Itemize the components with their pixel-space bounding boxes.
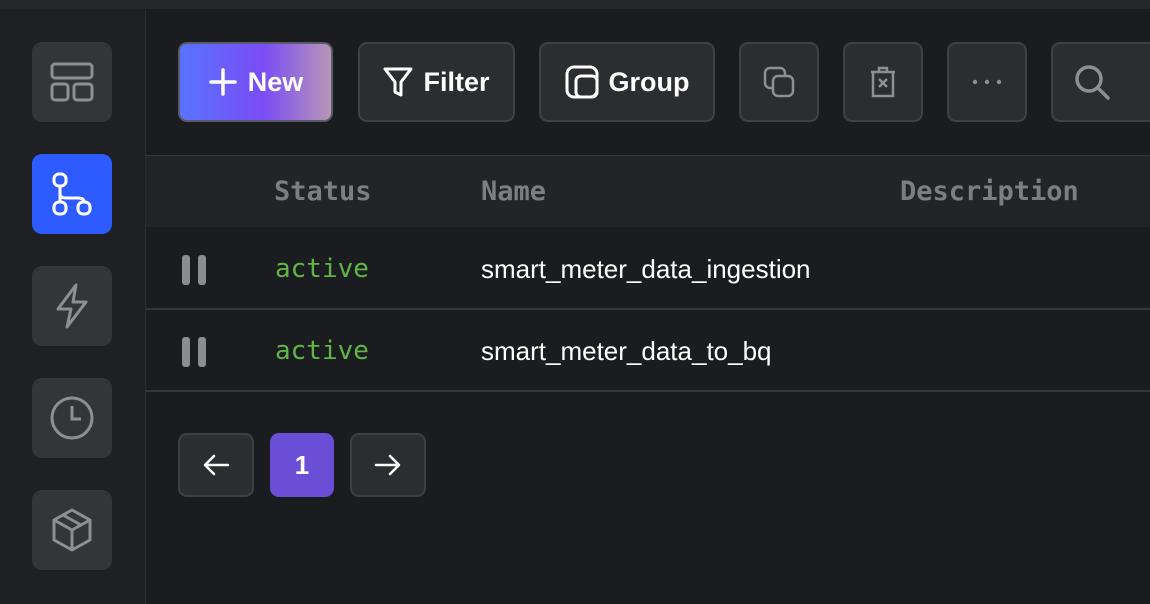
copy-button[interactable] xyxy=(739,42,819,122)
new-button-label: New xyxy=(247,66,304,97)
sidebar-item-blocks[interactable] xyxy=(32,490,112,570)
page-number-button[interactable]: 1 xyxy=(270,433,334,497)
layout-icon xyxy=(50,62,94,102)
name-cell[interactable]: smart_meter_data_to_bq xyxy=(481,310,772,392)
next-page-button[interactable] xyxy=(350,433,426,497)
trash-icon xyxy=(871,66,895,98)
lightning-icon xyxy=(56,283,88,329)
filter-button-label: Filter xyxy=(423,66,490,97)
status-cell: active xyxy=(275,254,369,284)
column-header-status[interactable]: Status xyxy=(274,156,372,228)
filter-button[interactable]: Filter xyxy=(358,42,515,122)
top-bar xyxy=(0,0,1150,9)
group-button-label: Group xyxy=(608,66,690,97)
group-icon xyxy=(565,65,598,99)
column-header-name[interactable]: Name xyxy=(481,156,546,228)
sidebar-item-pipelines[interactable] xyxy=(32,154,112,234)
filter-icon xyxy=(383,67,413,97)
sidebar-item-history[interactable] xyxy=(32,378,112,458)
copy-icon xyxy=(763,66,795,98)
pause-icon[interactable] xyxy=(182,255,208,285)
sidebar-item-overview[interactable] xyxy=(32,42,112,122)
clock-icon xyxy=(50,396,94,440)
table-row[interactable]: active smart_meter_data_ingestion xyxy=(146,228,1150,310)
main-content: New Filter Group Status Name Description… xyxy=(146,9,1150,604)
cube-icon xyxy=(52,508,92,552)
plus-icon xyxy=(208,68,237,96)
arrow-left-icon xyxy=(203,454,230,476)
table-row[interactable]: active smart_meter_data_to_bq xyxy=(146,310,1150,392)
more-button[interactable] xyxy=(947,42,1027,122)
search-button[interactable] xyxy=(1051,42,1150,122)
pause-icon[interactable] xyxy=(182,337,208,367)
search-icon xyxy=(1075,65,1110,100)
group-button[interactable]: Group xyxy=(539,42,715,122)
pipeline-icon xyxy=(52,172,92,216)
column-header-description[interactable]: Description xyxy=(900,156,1079,228)
status-cell: active xyxy=(275,336,369,366)
sidebar-item-triggers[interactable] xyxy=(32,266,112,346)
previous-page-button[interactable] xyxy=(178,433,254,497)
name-cell[interactable]: smart_meter_data_ingestion xyxy=(481,228,811,310)
table-header: Status Name Description xyxy=(146,155,1150,227)
sidebar xyxy=(0,9,146,604)
arrow-right-icon xyxy=(374,454,401,476)
new-button[interactable]: New xyxy=(178,42,333,122)
delete-button[interactable] xyxy=(843,42,923,122)
more-icon xyxy=(972,79,1002,85)
